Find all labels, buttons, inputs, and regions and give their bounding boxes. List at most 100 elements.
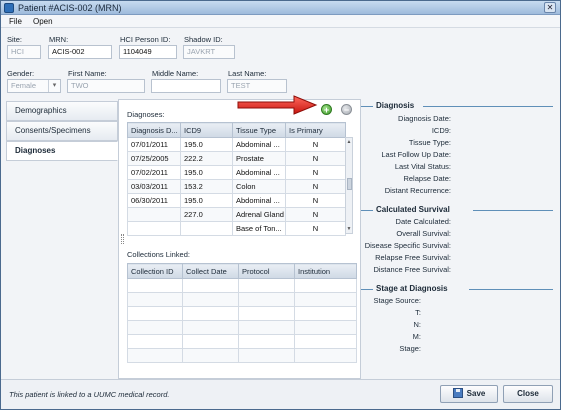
table-row[interactable]: Base of Ton... N bbox=[127, 221, 346, 236]
table-cell: 227.0 bbox=[180, 207, 233, 222]
mrn-field[interactable]: ACIS-002 bbox=[48, 45, 112, 59]
table-cell bbox=[180, 221, 233, 236]
hci-person-id-field[interactable]: 1104049 bbox=[119, 45, 177, 59]
table-cell: Base of Ton... bbox=[232, 221, 286, 236]
stage-at-diagnosis-heading: Stage at Diagnosis bbox=[376, 284, 448, 293]
menu-file[interactable]: File bbox=[9, 16, 22, 27]
table-cell: N bbox=[285, 137, 346, 152]
column-header[interactable]: Tissue Type bbox=[232, 122, 286, 138]
table-row bbox=[127, 334, 357, 349]
shadow-id-label: Shadow ID: bbox=[184, 35, 223, 44]
table-row bbox=[127, 278, 357, 293]
sidebar-item-diagnoses[interactable]: Diagnoses bbox=[6, 141, 118, 161]
collections-table: Collection ID Collect Date Protocol Inst… bbox=[127, 263, 357, 363]
save-button[interactable]: Save bbox=[440, 385, 498, 403]
first-name-field[interactable]: TWO bbox=[67, 79, 145, 93]
column-header[interactable]: Collect Date bbox=[182, 263, 239, 279]
table-cell: N bbox=[285, 151, 346, 166]
save-icon bbox=[452, 388, 463, 398]
sidebar-item-consents-specimens[interactable]: Consents/Specimens bbox=[6, 121, 118, 141]
column-header[interactable]: Protocol bbox=[238, 263, 295, 279]
table-row[interactable]: 07/25/2005 222.2 Prostate N bbox=[127, 151, 346, 166]
hci-person-id-label: HCI Person ID: bbox=[120, 35, 171, 44]
scroll-up-icon[interactable]: ▲ bbox=[346, 139, 352, 145]
details-panel: Diagnosis Diagnosis Date: ICD9: Tissue T… bbox=[361, 99, 557, 379]
table-cell: Abdominal ... bbox=[232, 137, 286, 152]
column-header[interactable]: Collection ID bbox=[127, 263, 183, 279]
table-cell: 222.2 bbox=[180, 151, 233, 166]
table-row bbox=[127, 292, 357, 307]
status-message: This patient is linked to a UUMC medical… bbox=[9, 390, 170, 399]
table-cell: 195.0 bbox=[180, 137, 233, 152]
middle-name-label: Middle Name: bbox=[152, 69, 199, 78]
table-cell: 07/02/2011 bbox=[127, 165, 181, 180]
app-icon bbox=[4, 3, 14, 13]
save-button-label: Save bbox=[466, 389, 486, 398]
table-cell: 06/30/2011 bbox=[127, 193, 181, 208]
table-cell: N bbox=[285, 207, 346, 222]
window-title: Patient #ACIS-002 (MRN) bbox=[18, 3, 122, 13]
gender-label: Gender: bbox=[7, 69, 35, 78]
patient-window: Patient #ACIS-002 (MRN) ✕ File Open Site… bbox=[0, 0, 561, 410]
relapse-date-label: Relapse Date: bbox=[403, 174, 451, 183]
scrollbar-thumb[interactable] bbox=[347, 178, 352, 190]
table-cell: Adrenal Gland bbox=[232, 207, 286, 222]
column-header[interactable]: Is Primary bbox=[285, 122, 346, 138]
add-diagnosis-button[interactable]: + bbox=[321, 104, 332, 115]
table-cell: Abdominal ... bbox=[232, 165, 286, 180]
section-divider bbox=[361, 289, 373, 290]
site-label: Site: bbox=[7, 35, 23, 44]
table-cell bbox=[127, 221, 181, 236]
relapse-free-survival-label: Relapse Free Survival: bbox=[375, 253, 451, 262]
table-cell: Prostate bbox=[232, 151, 286, 166]
distant-recurrence-label: Distant Recurrence: bbox=[384, 186, 451, 195]
middle-name-field[interactable] bbox=[151, 79, 221, 93]
table-cell: 03/03/2011 bbox=[127, 179, 181, 194]
last-name-field[interactable]: TEST bbox=[227, 79, 287, 93]
red-arrow-icon bbox=[237, 95, 318, 115]
section-divider bbox=[473, 210, 553, 211]
table-row bbox=[127, 348, 357, 363]
diagnosis-heading: Diagnosis bbox=[376, 101, 415, 110]
table-cell: N bbox=[285, 193, 346, 208]
table-cell: 07/25/2005 bbox=[127, 151, 181, 166]
section-divider bbox=[423, 106, 553, 107]
sidebar-nav: Demographics Consents/Specimens Diagnose… bbox=[6, 99, 118, 379]
remove-diagnosis-button[interactable]: − bbox=[341, 104, 352, 115]
n-label: N: bbox=[413, 320, 422, 329]
table-row[interactable]: 07/02/2011 195.0 Abdominal ... N bbox=[127, 165, 346, 180]
table-row[interactable]: 06/30/2011 195.0 Abdominal ... N bbox=[127, 193, 346, 208]
table-cell: Abdominal ... bbox=[232, 193, 286, 208]
table-cell bbox=[127, 207, 181, 222]
table-cell: N bbox=[285, 165, 346, 180]
sidebar-item-demographics[interactable]: Demographics bbox=[6, 101, 118, 121]
site-field[interactable]: HCI bbox=[7, 45, 41, 59]
splitter-handle[interactable] bbox=[121, 234, 124, 244]
diagnoses-scrollbar[interactable]: ▲ ▼ bbox=[345, 137, 353, 234]
scroll-down-icon[interactable]: ▼ bbox=[346, 226, 352, 232]
diagnoses-label: Diagnoses: bbox=[127, 110, 165, 119]
stage-source-label: Stage Source: bbox=[373, 296, 421, 305]
table-row bbox=[127, 306, 357, 321]
gender-select[interactable]: Female ▾ bbox=[7, 79, 61, 93]
section-divider bbox=[469, 289, 553, 290]
table-cell: Colon bbox=[232, 179, 286, 194]
column-header[interactable]: Diagnosis D... bbox=[127, 122, 181, 138]
menu-open[interactable]: Open bbox=[33, 16, 53, 27]
collections-label: Collections Linked: bbox=[127, 250, 190, 259]
table-row[interactable]: 03/03/2011 153.2 Colon N bbox=[127, 179, 346, 194]
table-cell: 195.0 bbox=[180, 193, 233, 208]
shadow-id-field[interactable]: JAVKRT bbox=[183, 45, 235, 59]
table-row[interactable]: 07/01/2011 195.0 Abdominal ... N bbox=[127, 137, 346, 152]
tissue-type-label: Tissue Type: bbox=[408, 138, 451, 147]
window-close-button[interactable]: ✕ bbox=[544, 2, 556, 13]
chevron-down-icon: ▾ bbox=[48, 80, 60, 92]
table-row[interactable]: 227.0 Adrenal Gland N bbox=[127, 207, 346, 222]
close-button[interactable]: Close bbox=[503, 385, 553, 403]
last-vital-status-label: Last Vital Status: bbox=[394, 162, 451, 171]
table-header-row: Collection ID Collect Date Protocol Inst… bbox=[127, 263, 357, 279]
t-label: T: bbox=[415, 308, 421, 317]
title-bar[interactable]: Patient #ACIS-002 (MRN) ✕ bbox=[1, 1, 560, 15]
column-header[interactable]: ICD9 bbox=[180, 122, 233, 138]
column-header[interactable]: Institution bbox=[294, 263, 357, 279]
